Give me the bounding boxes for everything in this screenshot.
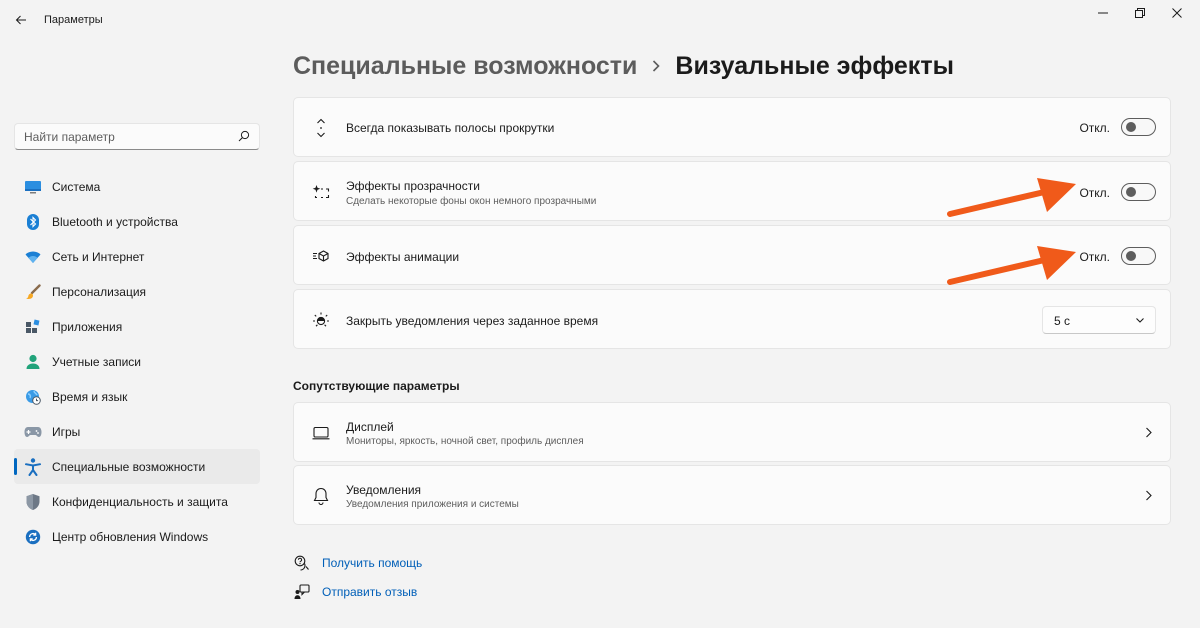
sidebar-item-time-language[interactable]: Время и язык: [14, 379, 260, 414]
scrollbars-toggle[interactable]: [1121, 118, 1156, 136]
help-chat-icon: [293, 554, 311, 572]
back-button[interactable]: [10, 9, 32, 31]
toggle-state-label: Откл.: [1079, 250, 1110, 264]
arrow-left-icon: [15, 15, 26, 25]
bell-icon: [311, 486, 331, 506]
toggle-knob: [1126, 122, 1136, 132]
setting-title: Уведомления: [346, 483, 422, 497]
sidebar-item-label: Bluetooth и устройства: [52, 214, 178, 229]
chevron-right-icon: [1146, 427, 1152, 438]
brush-icon: [24, 283, 42, 301]
account-icon: [24, 353, 42, 371]
shield-icon: [24, 493, 42, 511]
sidebar-nav: Система Bluetooth и устройства Сеть и Ин…: [14, 169, 260, 554]
accessibility-icon: [24, 457, 42, 476]
get-help-label: Получить помощь: [322, 556, 423, 570]
sidebar-item-label: Игры: [52, 424, 81, 439]
toggle-state-label: Откл.: [1079, 186, 1110, 200]
sidebar-item-label: Специальные возможности: [52, 459, 206, 474]
sidebar-item-accessibility[interactable]: Специальные возможности: [14, 449, 260, 484]
minimize-icon: [1098, 12, 1108, 14]
wifi-icon: [24, 248, 42, 266]
setting-title: Эффекты анимации: [346, 250, 460, 264]
setting-description: Сделать некоторые фоны окон немного проз…: [346, 196, 597, 207]
sidebar-item-label: Персонализация: [52, 284, 147, 299]
setting-description: Мониторы, яркость, ночной свет, профиль …: [346, 436, 584, 447]
animation-cube-icon: [311, 246, 331, 266]
animation-toggle[interactable]: [1121, 247, 1156, 265]
toggle-knob: [1126, 251, 1136, 261]
feedback-icon: [293, 583, 311, 601]
bluetooth-icon: [24, 213, 42, 231]
update-icon: [24, 528, 42, 546]
setting-title: Закрыть уведомления через заданное время: [346, 314, 599, 328]
breadcrumb-parent[interactable]: Специальные возможности: [293, 52, 637, 81]
sidebar-item-personalization[interactable]: Персонализация: [14, 274, 260, 309]
monitor-icon: [311, 423, 331, 443]
setting-description: Уведомления приложения и системы: [346, 499, 519, 510]
sidebar-item-apps[interactable]: Приложения: [14, 309, 260, 344]
sidebar-item-windows-update[interactable]: Центр обновления Windows: [14, 519, 260, 554]
chevron-down-icon: [1136, 318, 1144, 323]
search-input[interactable]: [15, 124, 225, 149]
annotation-arrow-icon: [947, 178, 1076, 217]
sidebar-item-label: Учетные записи: [52, 354, 141, 369]
breadcrumb: Специальные возможности Визуальные эффек…: [293, 48, 954, 84]
sidebar-item-system[interactable]: Система: [14, 169, 260, 204]
page-title: Визуальные эффекты: [675, 51, 954, 80]
chevron-right-icon: [1146, 490, 1152, 501]
annotation-arrow-icon: [947, 246, 1076, 285]
sidebar-item-privacy[interactable]: Конфиденциальность и защита: [14, 484, 260, 519]
transparency-sparkle-icon: [311, 182, 331, 202]
setting-title: Всегда показывать полосы прокрутки: [346, 121, 555, 135]
sidebar-item-label: Конфиденциальность и защита: [52, 494, 228, 509]
get-help-link[interactable]: Получить помощь: [293, 553, 422, 573]
setting-card-scrollbars: Всегда показывать полосы прокрутки Откл.: [293, 97, 1171, 157]
brightness-sun-icon: [311, 310, 331, 330]
timeout-dropdown[interactable]: 5 с: [1042, 306, 1156, 334]
sidebar-item-accounts[interactable]: Учетные записи: [14, 344, 260, 379]
gamepad-icon: [24, 423, 42, 441]
setting-title: Эффекты прозрачности: [346, 179, 480, 193]
dropdown-value: 5 с: [1054, 314, 1071, 328]
close-icon: [1172, 8, 1182, 18]
setting-card-notification-timeout: Закрыть уведомления через заданное время…: [293, 289, 1171, 349]
close-button[interactable]: [1157, 2, 1197, 24]
sidebar-item-label: Приложения: [52, 319, 123, 334]
sidebar-item-gaming[interactable]: Игры: [14, 414, 260, 449]
system-icon: [24, 178, 42, 196]
search-box: [14, 123, 260, 150]
app-title: Параметры: [44, 14, 103, 26]
sidebar-item-network[interactable]: Сеть и Интернет: [14, 239, 260, 274]
setting-title: Дисплей: [346, 420, 394, 434]
scrollbar-arrows-icon: [311, 118, 331, 138]
sidebar-item-label: Сеть и Интернет: [52, 249, 145, 264]
send-feedback-link[interactable]: Отправить отзыв: [293, 582, 417, 602]
minimize-button[interactable]: [1083, 2, 1123, 24]
title-bar: Параметры: [0, 0, 1200, 40]
toggle-knob: [1126, 187, 1136, 197]
transparency-toggle[interactable]: [1121, 183, 1156, 201]
search-icon[interactable]: [238, 130, 250, 142]
globe-clock-icon: [24, 388, 42, 406]
sidebar-item-label: Время и язык: [52, 389, 128, 404]
related-card-display[interactable]: Дисплей Мониторы, яркость, ночной свет, …: [293, 402, 1171, 462]
sidebar-item-bluetooth[interactable]: Bluetooth и устройства: [14, 204, 260, 239]
sidebar-item-label: Система: [52, 179, 101, 194]
related-settings-heading: Сопутствующие параметры: [293, 379, 460, 393]
apps-icon: [24, 318, 42, 336]
send-feedback-label: Отправить отзыв: [322, 585, 418, 599]
toggle-state-label: Откл.: [1079, 121, 1110, 135]
sidebar-item-label: Центр обновления Windows: [52, 529, 209, 544]
restore-icon: [1135, 8, 1145, 18]
restore-button[interactable]: [1120, 2, 1160, 24]
chevron-right-icon: [651, 59, 661, 73]
related-card-notifications[interactable]: Уведомления Уведомления приложения и сис…: [293, 465, 1171, 525]
